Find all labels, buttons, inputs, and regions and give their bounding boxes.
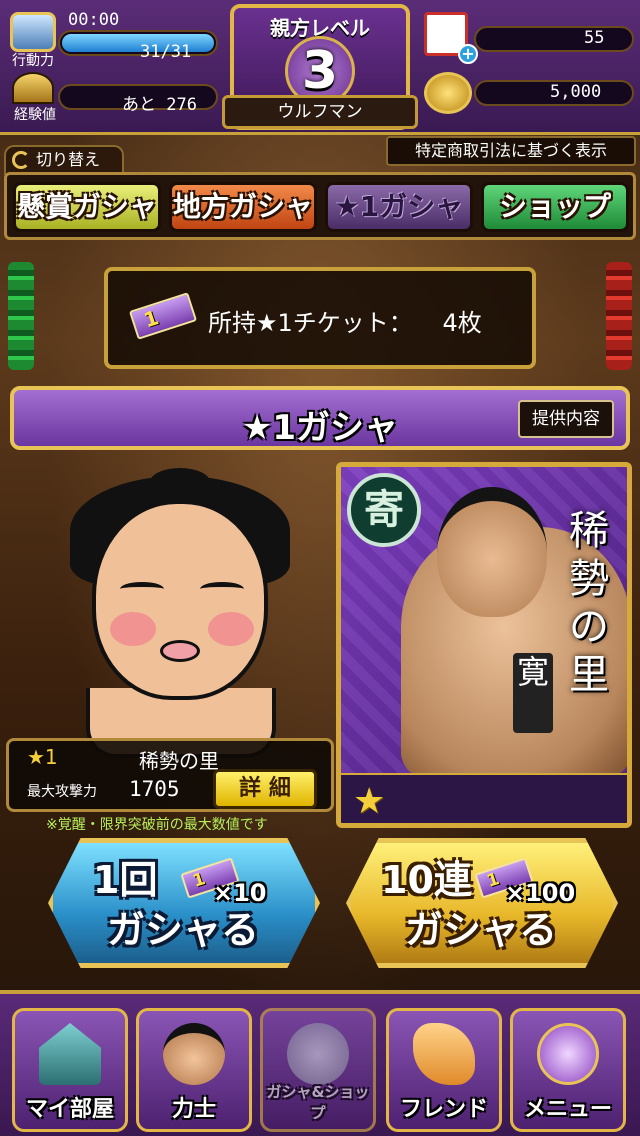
bus-icon [10, 12, 56, 52]
stamina-label: 行動力 [12, 53, 54, 69]
ticket-icon-number: 1 [140, 305, 162, 333]
single-pull-top-label: 1回 [93, 858, 158, 902]
ticket-count: 4枚 [442, 309, 482, 337]
nav-wrestlers[interactable]: 力士 [136, 1008, 252, 1132]
card-star-icon: ★ [353, 781, 386, 822]
gacha-title-bar: ★1ガシャ 提供内容 [10, 386, 630, 450]
top-status-bar: 行動力 00:00 31/31 経験値 あと 276 親方レベル 3 ウルフマン… [0, 0, 640, 135]
nav-wrestlers-label: 力士 [171, 1097, 216, 1122]
nav-menu-label: メニュー [523, 1097, 612, 1122]
tickets-count: 55 [584, 28, 605, 48]
nav-friends[interactable]: フレンド [386, 1008, 502, 1132]
card-rank-badge: 寄 [347, 473, 421, 547]
contents-button[interactable]: 提供内容 [518, 400, 614, 438]
nav-menu[interactable]: メニュー [510, 1008, 626, 1132]
info-rarity: ★1 [27, 745, 58, 769]
stamina-value: 31/31 [140, 42, 192, 62]
chibi-topknot [150, 468, 210, 496]
handshake-icon [413, 1023, 475, 1085]
chibi-mouth [160, 640, 200, 662]
tab-prize-gacha[interactable]: 懸賞ガシャ [13, 182, 161, 232]
stamina-bar [58, 30, 218, 56]
wrestler-face-icon [163, 1023, 225, 1085]
chibi-eye-right [200, 582, 244, 596]
detail-button[interactable]: 詳 細 [213, 769, 317, 809]
tickets-bar [474, 26, 634, 52]
green-pillar [8, 262, 34, 370]
coins-count: 5,000 [550, 82, 602, 102]
nav-friends-label: フレンド [399, 1097, 488, 1122]
gacha-capsule-icon [287, 1023, 349, 1085]
ten-pull-top-label: 10連 [381, 858, 472, 902]
legal-notice-link[interactable]: 特定商取引法に基づく表示 [386, 136, 636, 166]
single-pull-bottom-label: ガシャる [107, 908, 260, 952]
wrestler-card[interactable]: 寄 稀勢の里 寛 ★ [336, 462, 632, 828]
bottom-nav: マイ部屋 力士 ガシャ&ショップ フレンド メニュー [0, 990, 640, 1136]
tab-regional-gacha[interactable]: 地方ガシャ [169, 182, 317, 232]
nav-gacha-shop-label: ガシャ&ショップ [266, 1083, 370, 1122]
exp-umbrella-icon [12, 72, 54, 104]
chibi-eye-left [120, 582, 164, 596]
nav-my-room[interactable]: マイ部屋 [12, 1008, 128, 1132]
add-tickets-icon[interactable]: + [458, 44, 478, 64]
card-wrestler-head [437, 487, 547, 617]
crest-menu-icon [537, 1023, 599, 1085]
switch-tab[interactable]: 切り替え [4, 145, 124, 175]
stamina-fill [62, 34, 214, 52]
gacha-tabs: 懸賞ガシャ 地方ガシャ ★1ガシャ ショップ [4, 172, 636, 240]
single-pull-button[interactable]: 1回 1 ×10 ガシャる [48, 838, 320, 968]
switch-label: 切り替え [36, 150, 101, 169]
chibi-cheek-right [208, 612, 254, 646]
ten-pull-button[interactable]: 10連 1 ×100 ガシャる [346, 838, 618, 968]
chibi-wrestler-face [92, 500, 268, 700]
exp-label: 経験値 [14, 107, 56, 123]
coins-icon [424, 72, 472, 114]
ten-pull-cost: ×100 [505, 879, 576, 907]
star1-ticket-icon: 1 [128, 292, 198, 340]
tab-shop[interactable]: ショップ [481, 182, 629, 232]
red-pillar [606, 262, 632, 370]
chibi-cheek-left [110, 612, 156, 646]
ticket-banner: 1 所持★1チケット： 4枚 [104, 267, 536, 369]
nav-gacha-shop[interactable]: ガシャ&ショップ [260, 1008, 376, 1132]
ticket-label-text: 所持★1チケット： [208, 309, 413, 337]
exp-remaining: あと 276 [122, 95, 197, 115]
ten-pull-bottom-label: ガシャる [405, 908, 558, 952]
player-name: ウルフマン [222, 95, 418, 129]
card-wrestler-name: 稀勢の里 [569, 508, 609, 698]
nav-my-room-label: マイ部屋 [25, 1097, 114, 1122]
max-attack-label: 最大攻撃力 [27, 784, 97, 800]
refresh-icon [12, 151, 30, 169]
card-sub-name: 寛 [513, 653, 553, 733]
stable-house-icon [39, 1023, 101, 1085]
info-wrestler-name: 稀勢の里 [139, 749, 219, 773]
wrestler-info-panel: ★1 稀勢の里 最大攻撃力 1705 詳 細 [6, 738, 334, 812]
stats-note: ※覚醒・限界突破前の最大数値です [46, 817, 268, 833]
card-rarity-strip: ★ [341, 773, 627, 823]
stamina-timer: 00:00 [68, 10, 120, 30]
max-attack-value: 1705 [129, 777, 180, 801]
tab-star1-gacha[interactable]: ★1ガシャ [325, 182, 473, 232]
ticket-label: 所持★1チケット： 4枚 [208, 303, 482, 338]
single-pull-cost: ×10 [213, 879, 267, 907]
